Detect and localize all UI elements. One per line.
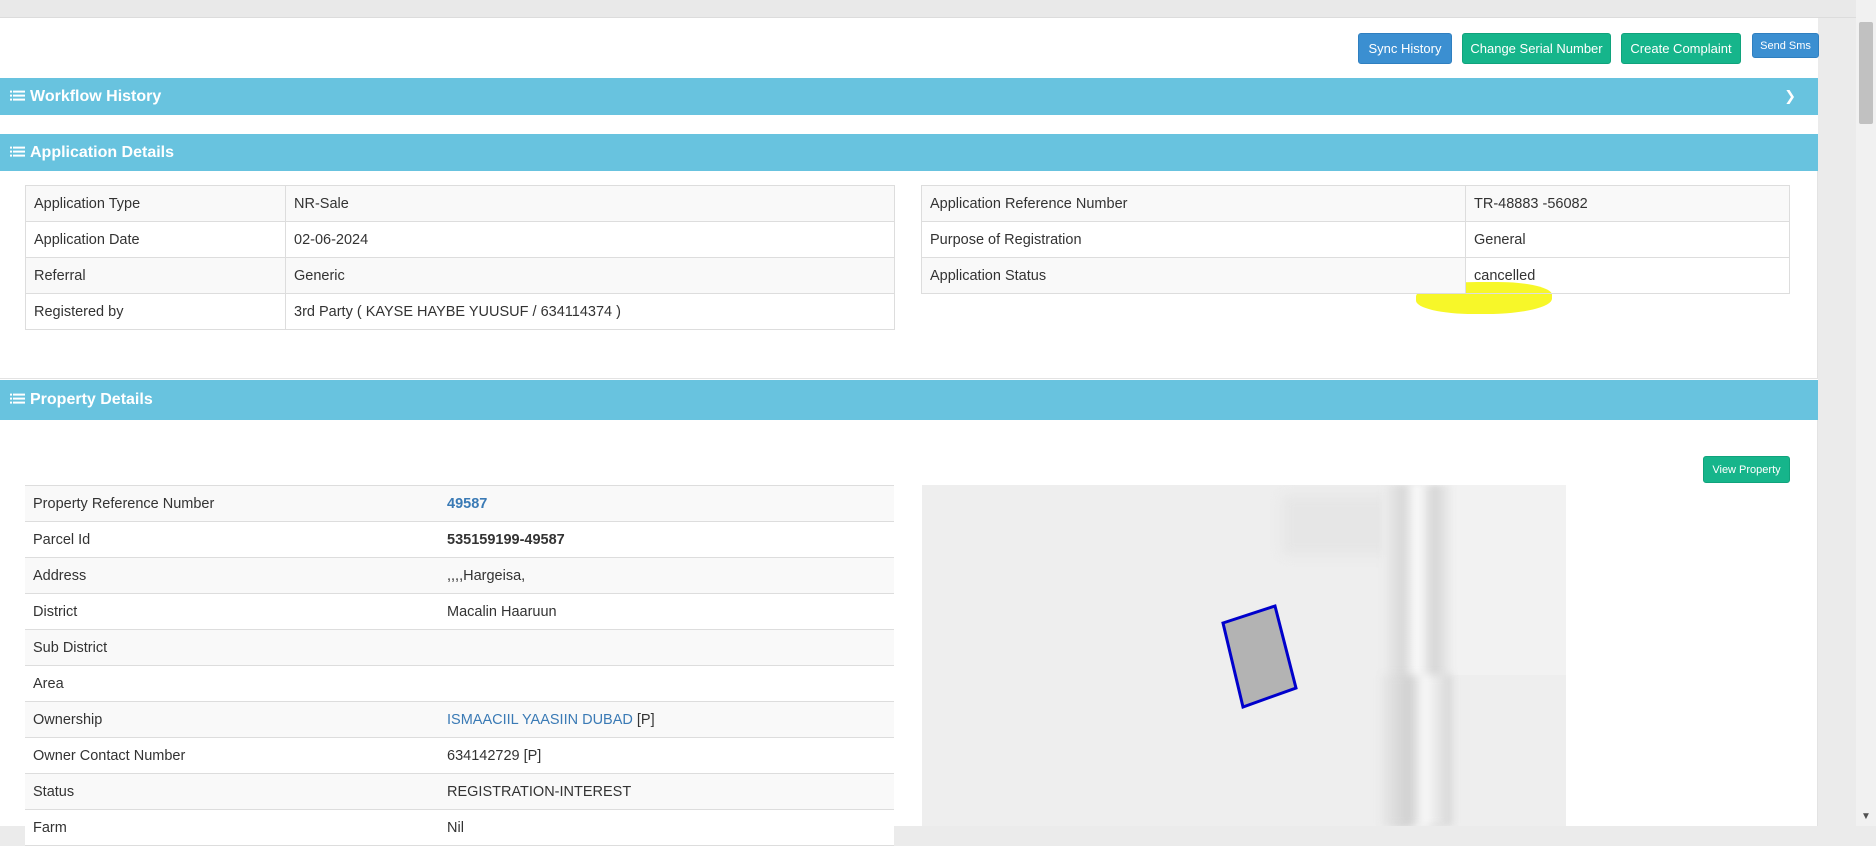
table-row: Application Date 02-06-2024: [25, 221, 895, 258]
application-right-table: Application Reference Number TR-48883 -5…: [921, 185, 1790, 294]
property-details-title: Property Details: [30, 391, 153, 408]
row-label: Address: [25, 557, 439, 594]
row-label: Area: [25, 665, 439, 702]
row-value: 3rd Party ( KAYSE HAYBE YUUSUF / 6341143…: [285, 293, 895, 330]
row-value: NR-Sale: [285, 185, 895, 222]
vertical-scrollbar[interactable]: ▼: [1856, 0, 1876, 826]
row-value: ,,,,Hargeisa,: [439, 557, 894, 594]
table-row: Property Reference Number 49587: [25, 485, 894, 522]
table-row: Application Reference Number TR-48883 -5…: [921, 185, 1790, 222]
row-label: Application Date: [25, 221, 286, 258]
owner-name-link[interactable]: ISMAACIIL YAASIIN DUBAD: [447, 712, 633, 728]
table-row: Registered by 3rd Party ( KAYSE HAYBE YU…: [25, 293, 895, 330]
table-row: Purpose of Registration General: [921, 221, 1790, 258]
table-row: Application Type NR-Sale: [25, 185, 895, 222]
row-label: Parcel Id: [25, 521, 439, 558]
workflow-history-header[interactable]: Workflow History ❯: [0, 78, 1818, 115]
scroll-down-arrow-icon[interactable]: ▼: [1861, 811, 1871, 822]
table-row: Referral Generic: [25, 257, 895, 294]
row-value: REGISTRATION-INTEREST: [439, 773, 894, 810]
row-label: Application Type: [25, 185, 286, 222]
application-details-header[interactable]: Application Details: [0, 134, 1818, 171]
change-serial-number-button[interactable]: Change Serial Number: [1462, 33, 1611, 64]
table-row: Owner Contact Number 634142729 [P]: [25, 737, 894, 774]
table-row: Status REGISTRATION-INTEREST: [25, 773, 894, 810]
application-status-value: cancelled: [1465, 257, 1790, 294]
row-value: ISMAACIIL YAASIIN DUBAD [P]: [439, 701, 894, 738]
parcel-map[interactable]: [922, 485, 1566, 826]
property-details-header[interactable]: Property Details: [0, 380, 1818, 420]
sync-history-button[interactable]: Sync History: [1358, 33, 1452, 64]
list-icon: [10, 88, 25, 102]
create-complaint-button[interactable]: Create Complaint: [1621, 33, 1741, 64]
row-label: Application Reference Number: [921, 185, 1466, 222]
table-row: Ownership ISMAACIIL YAASIIN DUBAD [P]: [25, 701, 894, 738]
property-reference-link[interactable]: 49587: [447, 496, 487, 512]
list-icon: [10, 144, 25, 158]
row-value: 02-06-2024: [285, 221, 895, 258]
row-label: Ownership: [25, 701, 439, 738]
row-label: Farm: [25, 809, 439, 846]
row-label: Purpose of Registration: [921, 221, 1466, 258]
view-property-button[interactable]: View Property: [1703, 456, 1790, 483]
table-row: Address ,,,,Hargeisa,: [25, 557, 894, 594]
row-value: [439, 629, 894, 666]
top-strip: [0, 0, 1876, 18]
workflow-history-title: Workflow History: [30, 87, 162, 105]
row-value: TR-48883 -56082: [1465, 185, 1790, 222]
row-label: Application Status: [921, 257, 1466, 294]
table-row: Area: [25, 665, 894, 702]
row-value: 634142729 [P]: [439, 737, 894, 774]
row-value: [439, 665, 894, 702]
row-label: District: [25, 593, 439, 630]
owner-suffix: [P]: [636, 711, 655, 728]
row-label: Sub District: [25, 629, 439, 666]
chevron-down-icon[interactable]: ❯: [1784, 87, 1796, 104]
property-table: Property Reference Number 49587 Parcel I…: [25, 485, 894, 846]
row-label: Status: [25, 773, 439, 810]
parcel-id-value: 535159199-49587: [439, 521, 894, 558]
table-row: Sub District: [25, 629, 894, 666]
application-details-body: Application Type NR-Sale Application Dat…: [0, 171, 1818, 379]
application-left-table: Application Type NR-Sale Application Dat…: [25, 185, 895, 330]
parcel-polygon[interactable]: [1221, 604, 1298, 709]
row-value: Generic: [285, 257, 895, 294]
row-label: Property Reference Number: [25, 485, 439, 522]
table-row: Parcel Id 535159199-49587: [25, 521, 894, 558]
row-value: Nil: [439, 809, 894, 846]
list-icon: [10, 392, 25, 406]
parcel-shape-layer: [1221, 604, 1298, 709]
row-label: Registered by: [25, 293, 286, 330]
scrollbar-thumb[interactable]: [1859, 22, 1873, 124]
row-label: Owner Contact Number: [25, 737, 439, 774]
row-value: General: [1465, 221, 1790, 258]
row-label: Referral: [25, 257, 286, 294]
application-details-title: Application Details: [30, 143, 175, 161]
table-row: Application Status cancelled: [921, 257, 1790, 294]
table-row: Farm Nil: [25, 809, 894, 846]
row-value: Macalin Haaruun: [439, 593, 894, 630]
table-row: District Macalin Haaruun: [25, 593, 894, 630]
send-sms-button[interactable]: Send Sms: [1752, 33, 1819, 58]
